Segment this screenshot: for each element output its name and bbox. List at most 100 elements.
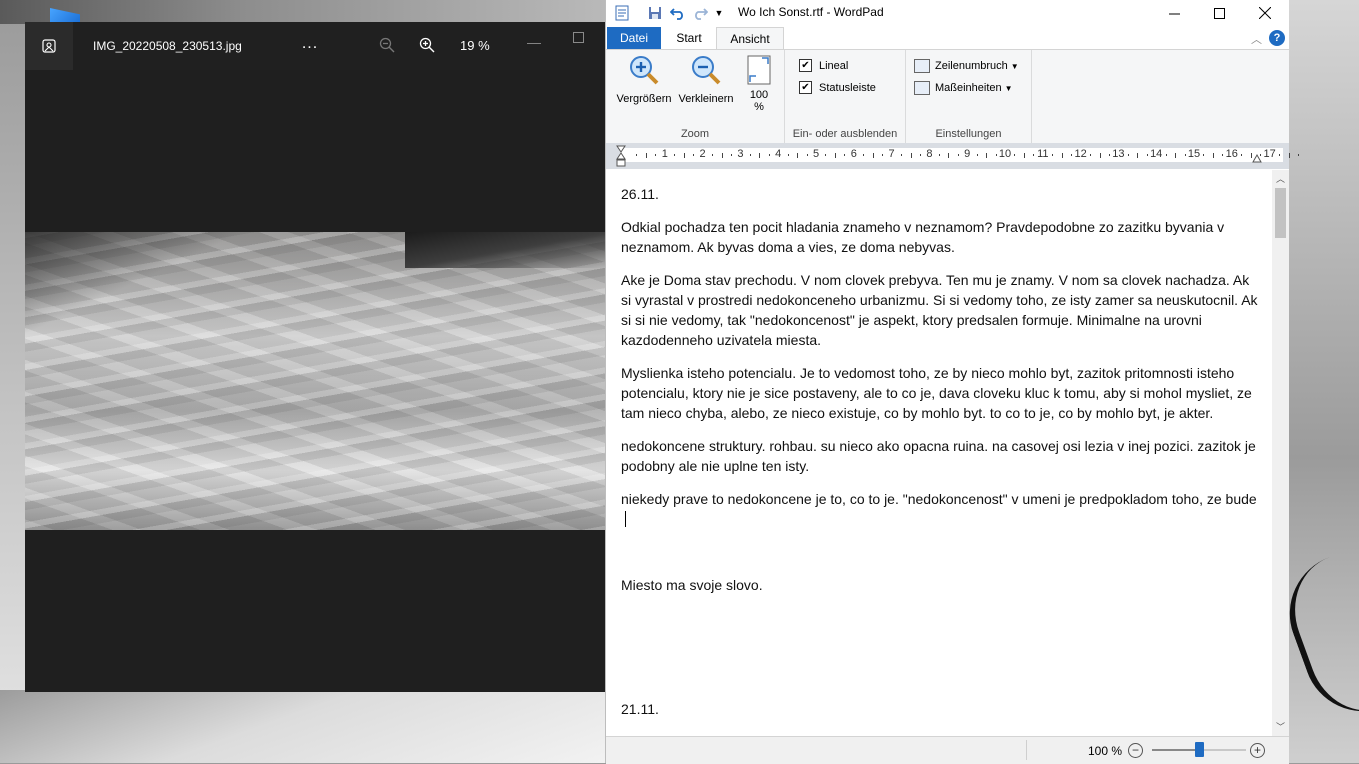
statusbar-label: Statusleiste xyxy=(819,81,876,94)
ruler-tick xyxy=(1241,154,1243,156)
vertical-scrollbar[interactable]: ︿ ﹀ xyxy=(1272,170,1289,736)
ruler-tick xyxy=(844,154,846,156)
ruler-number: 9 xyxy=(964,148,971,160)
collapse-ribbon-icon[interactable]: ︿ xyxy=(1251,31,1262,47)
ruler-tick xyxy=(1033,154,1035,156)
ruler-number: 14 xyxy=(1150,148,1163,160)
doc-paragraph: 21.11. xyxy=(621,701,659,717)
ribbon: Vergrößern Verkleinern 100 % Zoom ✔ Line… xyxy=(606,49,1289,144)
ruler-tick xyxy=(863,154,865,156)
ruler-number: 4 xyxy=(775,148,782,160)
tab-file[interactable]: Datei xyxy=(607,27,661,49)
ruler-tick xyxy=(759,152,761,158)
word-wrap-dropdown[interactable]: Zeilenumbruch ▼ xyxy=(914,59,1019,73)
wordpad-window: ▼ Wo Ich Sonst.rtf - WordPad Datei Start… xyxy=(605,0,1299,764)
statusbar-checkbox[interactable]: ✔ Statusleiste xyxy=(799,81,876,94)
ribbon-group-show-hide: ✔ Lineal ✔ Statusleiste Ein- oder ausble… xyxy=(785,50,906,143)
scroll-up-icon[interactable]: ︿ xyxy=(1272,172,1289,186)
ruler-tick xyxy=(1165,154,1167,156)
ruler-label: Lineal xyxy=(819,59,849,72)
help-button[interactable]: ? xyxy=(1269,30,1285,46)
redo-button[interactable] xyxy=(691,4,709,21)
doc-paragraph: 26.11. xyxy=(621,186,659,202)
document-area[interactable]: 26.11. Odkial pochadza ten pocit hladani… xyxy=(606,170,1272,736)
zoom-slider[interactable] xyxy=(1152,742,1246,757)
zoom-out-button[interactable] xyxy=(379,37,395,56)
ruler-tick xyxy=(1014,154,1016,156)
ruler-tick xyxy=(645,152,647,158)
ribbon-group-settings: Zeilenumbruch ▼ Maßeinheiten ▼ Einstellu… xyxy=(906,50,1032,143)
minimize-icon xyxy=(1168,13,1180,14)
more-options-button[interactable]: ... xyxy=(297,33,323,59)
zoom-out-icon xyxy=(379,37,395,53)
document-text[interactable]: 26.11. Odkial pochadza ten pocit hladani… xyxy=(621,184,1261,732)
zoom-100-button[interactable]: 100 % xyxy=(740,54,778,113)
scroll-down-icon[interactable]: ﹀ xyxy=(1272,720,1289,734)
magnifier-minus-icon xyxy=(692,56,721,85)
ruler-tick xyxy=(1203,154,1205,156)
scrollbar-thumb[interactable] xyxy=(1275,188,1286,238)
ruler-tick xyxy=(1212,152,1214,158)
ruler-tick xyxy=(1108,154,1110,156)
ruler-tick xyxy=(693,154,695,156)
zoom-out-label: Verkleinern xyxy=(678,93,734,105)
zoom-plus-button[interactable]: + xyxy=(1250,743,1265,758)
maximize-button[interactable] xyxy=(1196,0,1242,26)
ruler-number: 10 xyxy=(998,148,1012,160)
ruler-tick xyxy=(797,152,799,158)
ruler-track: 1 2 3 4 5 6 7 8 9 10 11 12 13 14 15 16 17 xyxy=(620,148,1299,162)
zoom-out-ribbon-button[interactable]: Verkleinern xyxy=(676,54,736,105)
ruler-tick xyxy=(919,154,921,156)
indent-marker-icon[interactable] xyxy=(616,145,626,167)
customize-toolbar-icon[interactable]: ▼ xyxy=(713,4,725,21)
photos-minimize-button[interactable]: — xyxy=(527,34,541,50)
ruler-checkbox[interactable]: ✔ Lineal xyxy=(799,59,848,72)
status-zoom-value: 100 % xyxy=(1088,744,1123,758)
ruler[interactable]: 1 2 3 4 5 6 7 8 9 10 11 12 13 14 15 16 17 xyxy=(606,143,1299,169)
ruler-number: 8 xyxy=(926,148,933,160)
ruler-tick xyxy=(882,154,884,156)
right-indent-marker-icon[interactable] xyxy=(1252,151,1262,163)
zoom-minus-button[interactable]: − xyxy=(1128,743,1143,758)
doc-paragraph: Myslienka isteho potencialu. Je to vedom… xyxy=(621,365,1252,421)
zoom-in-ribbon-button[interactable]: Vergrößern xyxy=(614,54,674,105)
ruler-tick xyxy=(655,154,657,156)
wordpad-app-icon[interactable] xyxy=(614,4,630,21)
ruler-tick xyxy=(976,154,978,156)
ruler-tick xyxy=(1222,154,1224,156)
ruler-tick xyxy=(834,152,836,158)
doc-paragraph: niekedy prave to nedokoncene je to, co t… xyxy=(621,491,1257,507)
units-dropdown[interactable]: Maßeinheiten ▼ xyxy=(914,81,1013,95)
photos-app-button[interactable] xyxy=(25,22,73,70)
ruler-tick xyxy=(1288,152,1290,158)
ruler-tick xyxy=(1127,154,1129,156)
close-button[interactable] xyxy=(1242,0,1288,26)
ruler-number: 7 xyxy=(888,148,895,160)
ruler-tick xyxy=(1146,154,1148,156)
ruler-tick xyxy=(825,154,827,156)
ruler-tick xyxy=(1184,154,1186,156)
ruler-tick xyxy=(938,154,940,156)
tab-view[interactable]: Ansicht xyxy=(716,27,784,51)
save-button[interactable] xyxy=(647,4,663,21)
photos-file-name: IMG_20220508_230513.jpg xyxy=(93,39,242,53)
desktop-background-right xyxy=(1272,0,1359,763)
undo-button[interactable] xyxy=(669,4,687,21)
tab-start[interactable]: Start xyxy=(664,27,714,49)
ruler-number: 2 xyxy=(699,148,706,160)
zoom-100-label-1: 100 xyxy=(749,89,769,101)
zoom-in-button[interactable] xyxy=(419,37,435,56)
wordpad-title: Wo Ich Sonst.rtf - WordPad xyxy=(738,5,884,19)
units-icon xyxy=(914,81,930,95)
ruler-tick xyxy=(910,152,912,158)
ruler-tick xyxy=(1297,154,1299,156)
zoom-slider-fill xyxy=(1152,749,1199,751)
zoom-slider-knob[interactable] xyxy=(1195,742,1204,757)
ruler-tick xyxy=(1090,154,1092,156)
ruler-tick xyxy=(901,154,903,156)
ruler-tick xyxy=(768,154,770,156)
photos-maximize-button[interactable] xyxy=(573,32,584,43)
minimize-button[interactable] xyxy=(1151,0,1197,26)
ruler-tick xyxy=(995,154,997,156)
ruler-tick xyxy=(1023,152,1025,158)
